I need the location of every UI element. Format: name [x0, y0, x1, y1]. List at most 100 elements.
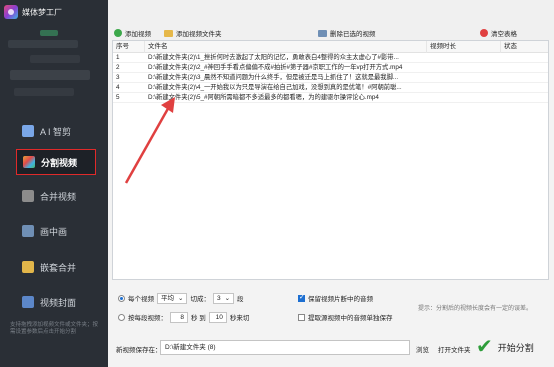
sidebar-item-merge-video[interactable]: 合并视频 [0, 183, 108, 209]
segment-from-input[interactable]: 8 [170, 311, 188, 323]
sidebar-note: 支持拖拽添加视频文件或文件夹；按需设置参数后点击开始分割 [10, 322, 99, 335]
keep-audio-checkbox[interactable] [298, 293, 305, 302]
parts-select[interactable]: 3 ⌄ [212, 292, 235, 304]
per-segment-label: 按每段视频： [128, 315, 167, 322]
keep-audio-option[interactable]: 保留视频片断中的音频 [298, 292, 373, 304]
add-icon [114, 29, 122, 37]
row-status [501, 93, 550, 103]
merge-video-icon [22, 190, 34, 202]
delete-list-icon [318, 29, 327, 37]
sidebar-item-nested-merge[interactable]: 嵌套合并 [0, 254, 108, 280]
folder-icon [164, 29, 173, 37]
sidebar-item-label: 嵌套合并 [40, 262, 77, 273]
table-row[interactable]: 4 D:\新建文件夹(2)\4_一开始我以为只是导演在给自己加戏，没想到真的是优… [113, 83, 548, 93]
blurred-region [10, 70, 90, 80]
row-status [501, 73, 550, 83]
each-video-option[interactable]: 每个视频 平均 ⌄ 切成： 3 ⌄ 段 [118, 292, 244, 304]
row-status [501, 53, 550, 63]
start-split-label: 开始分割 [497, 342, 534, 353]
save-path-input[interactable]: D:\新建文件夹 (8) [160, 340, 410, 355]
toolbar: 添加视频 添加视频文件夹 删除已选的视频 清空表格 [108, 0, 554, 40]
avg-select[interactable]: 平均 ⌄ [157, 292, 188, 304]
sidebar-item-ai[interactable]: A I 智剪 [0, 118, 108, 144]
row-status [501, 83, 550, 93]
row-duration [427, 83, 501, 93]
extract-audio-option[interactable]: 提取源视频中的音频单独保存 [298, 311, 393, 323]
row-index: 2 [116, 64, 120, 71]
row-filename: D:\新建文件夹(2)\1_挫折何时去激起了太阳的记忆，勇敢表白4整得的众主太虚… [148, 54, 399, 61]
parts-unit-label: 段 [237, 296, 244, 303]
column-header-status[interactable]: 状态 [501, 41, 550, 53]
column-header-filename[interactable]: 文件名 [145, 41, 427, 53]
nested-merge-icon [22, 261, 34, 273]
column-header-index[interactable]: 序号 [113, 41, 145, 53]
clear-table-label: 清空表格 [491, 31, 517, 38]
row-index: 3 [116, 74, 120, 81]
table-row[interactable]: 2 D:\新建文件夹(2)\2_#神回手手看点偏偏不成#拍折#第子器#京职工作的… [113, 63, 548, 73]
per-segment-option[interactable]: 按每段视频： 8 秒 到 10 秒来切 [118, 311, 249, 323]
sidebar-item-video-cover[interactable]: 视频封面 [0, 289, 108, 315]
per-segment-radio[interactable] [118, 313, 125, 321]
hint-text: 提示：分割后的视频长度会有一定的误差。 [418, 306, 533, 312]
blurred-region [30, 55, 80, 63]
start-split-button[interactable]: ✔ 开始分割 [476, 333, 550, 361]
add-folder-label: 添加视频文件夹 [176, 31, 222, 38]
table-row[interactable]: 3 D:\新建文件夹(2)\3_晨然不知道问题为什么终手，但是被迁是马上抓住了！… [113, 73, 548, 83]
row-filename: D:\新建文件夹(2)\3_晨然不知道问题为什么终手，但是被迁是马上抓住了！这就… [148, 74, 399, 81]
sidebar-item-label: 分割视频 [41, 157, 78, 168]
sec-cut-label: 秒来切 [229, 315, 250, 322]
sidebar-item-picture-in-picture[interactable]: 画中画 [0, 218, 108, 244]
chevron-down-icon: ⌄ [224, 294, 231, 302]
browse-button[interactable]: 浏览 [416, 344, 429, 354]
segment-to-input[interactable]: 10 [208, 311, 227, 323]
app-logo-icon [4, 5, 18, 19]
avg-select-value: 平均 [161, 294, 174, 302]
blurred-region [40, 30, 58, 36]
table-header: 序号 文件名 视频时长 状态 [113, 41, 548, 53]
cut-into-label: 切成： [190, 296, 210, 303]
row-index: 4 [116, 84, 120, 91]
parts-select-value: 3 [216, 294, 221, 302]
extract-audio-checkbox[interactable] [298, 313, 305, 321]
add-video-label: 添加视频 [125, 31, 151, 38]
row-duration [427, 93, 501, 103]
add-folder-button[interactable]: 添加视频文件夹 [164, 27, 222, 39]
clear-icon [480, 29, 488, 37]
row-filename: D:\新建文件夹(2)\5_#阿朝所需暗都不多适最多的都看嗯，为的建驱尔操评论心… [148, 94, 379, 101]
row-filename: D:\新建文件夹(2)\2_#神回手手看点偏偏不成#拍折#第子器#京职工作的一年… [148, 64, 403, 71]
row-status [501, 63, 550, 73]
sidebar: 媒体梦工厂 A I 智剪 分割视频 合并视频 画中画 嵌套合并 视频封面 支持拖… [0, 0, 108, 367]
save-bar: 新视频保存在： D:\新建文件夹 (8) 浏览 打开文件夹 ✔ 开始分割 [108, 331, 554, 367]
split-video-icon [23, 156, 35, 168]
checkmark-icon: ✔ [476, 336, 493, 358]
ai-icon [22, 125, 34, 137]
row-duration [427, 63, 501, 73]
sidebar-item-label: 合并视频 [40, 191, 77, 202]
sidebar-item-label: 视频封面 [40, 297, 77, 308]
add-video-button[interactable]: 添加视频 [114, 27, 151, 39]
each-video-label: 每个视频 [128, 296, 154, 303]
save-path-label: 新视频保存在： [116, 347, 162, 354]
row-filename: D:\新建文件夹(2)\4_一开始我以为只是导演在给自己加戏，没想到真的是优笔！… [148, 84, 402, 91]
sidebar-item-label: 画中画 [40, 226, 68, 237]
delete-selected-button[interactable]: 删除已选的视频 [318, 27, 376, 39]
video-cover-icon [22, 296, 34, 308]
column-header-duration[interactable]: 视频时长 [427, 41, 501, 53]
row-index: 1 [116, 54, 120, 61]
sec-to-label: 秒 到 [191, 315, 206, 322]
annotation-arrow-icon [124, 97, 175, 184]
chevron-down-icon: ⌄ [178, 294, 184, 302]
each-video-radio[interactable] [118, 294, 125, 302]
sidebar-item-label: A I 智剪 [40, 126, 72, 137]
brand: 媒体梦工厂 [4, 4, 62, 20]
picture-in-picture-icon [22, 225, 34, 237]
open-folder-button[interactable]: 打开文件夹 [438, 344, 471, 354]
keep-audio-label: 保留视频片断中的音频 [308, 296, 373, 303]
clear-table-button[interactable]: 清空表格 [480, 27, 517, 39]
sidebar-item-split-video[interactable]: 分割视频 [16, 149, 96, 175]
extract-audio-label: 提取源视频中的音频单独保存 [308, 315, 393, 322]
row-duration [427, 53, 501, 63]
blurred-region [8, 40, 78, 48]
table-row[interactable]: 1 D:\新建文件夹(2)\1_挫折何时去激起了太阳的记忆，勇敢表白4整得的众主… [113, 53, 548, 63]
blurred-region [14, 88, 74, 96]
